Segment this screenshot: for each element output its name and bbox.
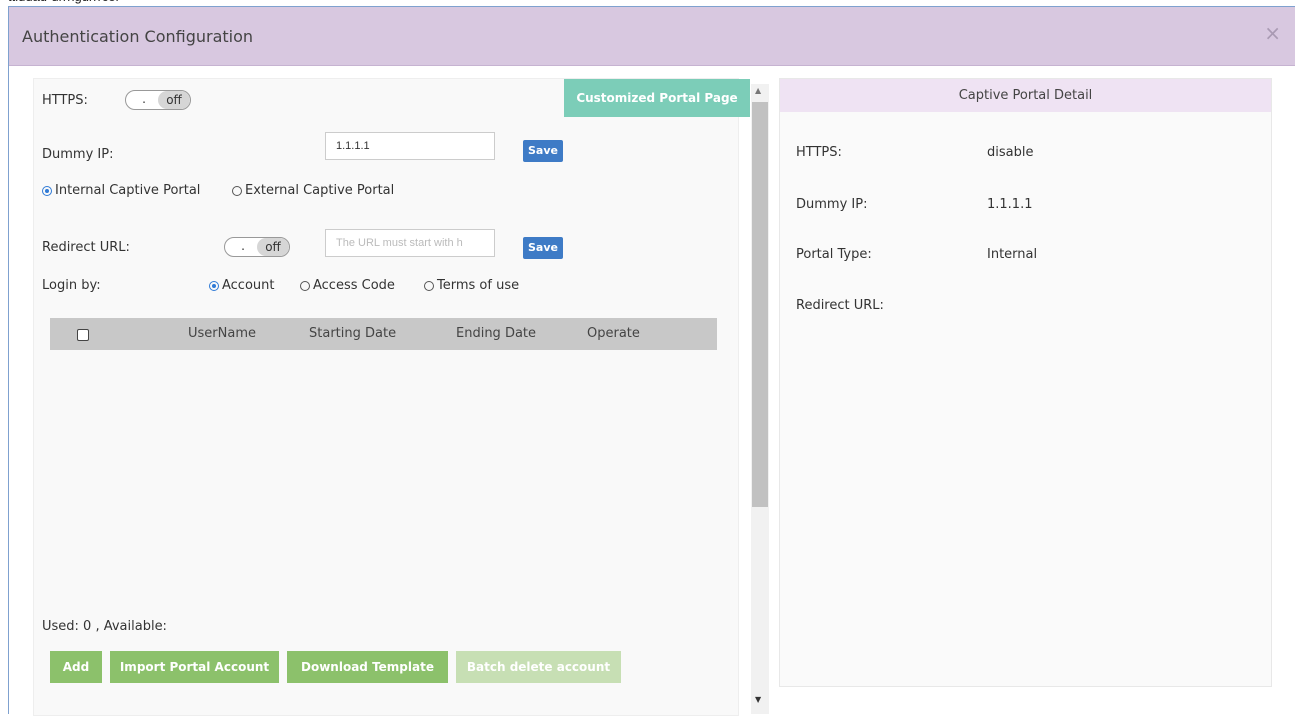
detail-dummy-ip-value: 1.1.1.1 <box>987 197 1033 212</box>
toggle-knob: . <box>142 92 146 106</box>
column-username[interactable]: UserName <box>188 326 256 341</box>
radio-unselected-icon <box>232 185 242 196</box>
toggle-knob: . <box>241 239 245 253</box>
external-captive-portal-radio[interactable]: External Captive Portal <box>232 183 394 198</box>
close-icon[interactable]: × <box>1264 21 1281 45</box>
scroll-up-arrow-icon[interactable]: ▲ <box>755 86 761 95</box>
login-access-code-radio[interactable]: Access Code <box>300 278 395 293</box>
dummy-ip-label: Dummy IP: <box>42 147 114 162</box>
https-toggle[interactable]: . off <box>125 90 191 110</box>
radio-label: Internal Captive Portal <box>55 183 201 198</box>
panel-scrollbar[interactable]: ▲ ▼ <box>751 84 769 714</box>
add-button[interactable]: Add <box>50 651 102 683</box>
import-portal-account-button[interactable]: Import Portal Account <box>110 651 279 683</box>
column-starting-date[interactable]: Starting Date <box>309 326 396 341</box>
dummy-ip-input[interactable] <box>325 132 495 160</box>
radio-selected-icon <box>209 280 219 291</box>
detail-dummy-ip-label: Dummy IP: <box>796 197 868 212</box>
radio-selected-icon <box>42 185 52 196</box>
redirect-url-toggle[interactable]: . off <box>224 237 290 257</box>
redirect-url-label: Redirect URL: <box>42 240 130 255</box>
redirect-url-save-button[interactable]: Save <box>523 237 563 259</box>
usage-status: Used: 0 , Available: <box>42 619 167 634</box>
radio-label: External Captive Portal <box>245 183 395 198</box>
download-template-button[interactable]: Download Template <box>287 651 448 683</box>
detail-redirect-url-label: Redirect URL: <box>796 298 884 313</box>
redirect-url-input[interactable] <box>325 229 495 257</box>
select-all-checkbox[interactable] <box>77 329 89 341</box>
detail-https-label: HTTPS: <box>796 145 842 160</box>
scrollbar-thumb[interactable] <box>752 102 768 507</box>
dialog-title: Authentication Configuration <box>22 27 254 46</box>
toggle-state: off <box>257 238 289 256</box>
radio-label: Terms of use <box>437 278 520 293</box>
login-account-radio[interactable]: Account <box>209 278 275 293</box>
internal-captive-portal-radio[interactable]: Internal Captive Portal <box>42 183 200 198</box>
scroll-down-arrow-icon[interactable]: ▼ <box>755 695 761 704</box>
radio-unselected-icon <box>424 280 434 291</box>
radio-unselected-icon <box>300 280 310 291</box>
login-terms-of-use-radio[interactable]: Terms of use <box>424 278 519 293</box>
authentication-dialog: Authentication Configuration × HTTPS: . … <box>8 6 1295 716</box>
configuration-panel: HTTPS: . off Customized Portal Page Dumm… <box>33 78 750 716</box>
detail-portal-type-value: Internal <box>987 247 1038 262</box>
dummy-ip-save-button[interactable]: Save <box>523 140 563 162</box>
customized-portal-page-button[interactable]: Customized Portal Page <box>564 79 750 117</box>
background-page-text: ttiudad-urrrigurrrcor <box>8 0 120 4</box>
captive-portal-detail-panel: Captive Portal Detail HTTPS: disable Dum… <box>779 78 1272 687</box>
column-operate: Operate <box>587 326 640 341</box>
radio-label: Account <box>222 278 275 293</box>
detail-https-value: disable <box>987 145 1034 160</box>
detail-panel-title: Captive Portal Detail <box>780 79 1271 112</box>
batch-delete-account-button: Batch delete account <box>456 651 621 683</box>
https-label: HTTPS: <box>42 93 88 108</box>
radio-label: Access Code <box>313 278 395 293</box>
login-by-label: Login by: <box>42 278 101 293</box>
detail-portal-type-label: Portal Type: <box>796 247 872 262</box>
toggle-state: off <box>158 91 190 109</box>
column-ending-date[interactable]: Ending Date <box>456 326 536 341</box>
account-table-header: UserName Starting Date Ending Date Opera… <box>50 318 717 350</box>
dialog-header: Authentication Configuration × <box>9 7 1295 66</box>
